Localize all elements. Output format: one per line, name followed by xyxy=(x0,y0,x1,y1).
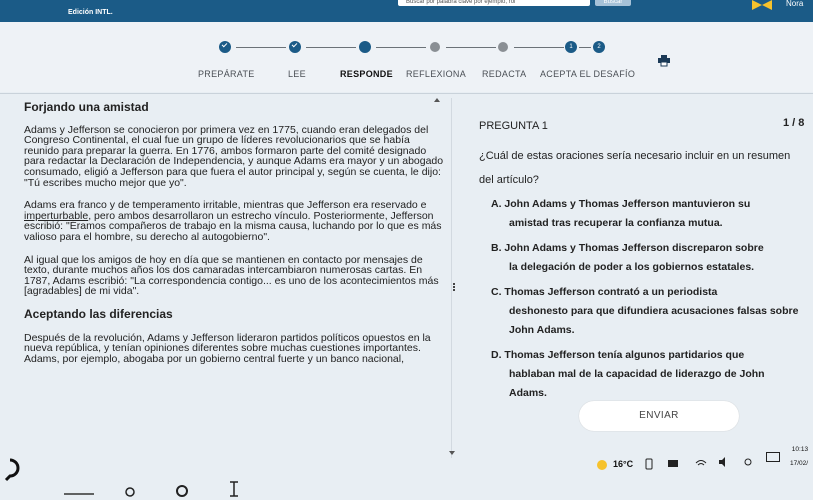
section-divider xyxy=(0,93,813,94)
passage-paragraph: Al igual que los amigos de hoy en día qu… xyxy=(24,253,439,298)
passage-subtitle: Aceptando las diferencias xyxy=(24,306,173,321)
choice-letter: D. xyxy=(491,349,502,361)
wifi-icon[interactable] xyxy=(695,457,707,469)
step-label-prepare[interactable]: PREPÁRATE xyxy=(198,69,255,79)
challenge-badge-1[interactable]: 1 xyxy=(565,41,577,53)
tablet-icon[interactable] xyxy=(644,458,654,470)
drag-handle-icon[interactable] xyxy=(453,283,455,291)
step-connector xyxy=(514,47,564,48)
scroll-down-icon[interactable] xyxy=(449,451,455,455)
search-icon[interactable] xyxy=(124,486,136,498)
choice-d[interactable]: D. Thomas Jefferson tenía algunos partid… xyxy=(491,346,801,403)
step-label-challenge[interactable]: ACEPTA EL DESAFÍO xyxy=(540,69,635,79)
scroll-up-icon[interactable] xyxy=(434,98,440,102)
step-node-prepare[interactable] xyxy=(219,41,231,53)
step-label-write[interactable]: REDACTA xyxy=(482,69,526,79)
passage-paragraph: Adams y Jefferson se conocieron por prim… xyxy=(24,123,444,189)
choice-b[interactable]: B. John Adams y Thomas Jefferson discrep… xyxy=(491,239,801,277)
progress-stepper: 1 2 PREPÁRATE LEE RESPONDE REFLEXIONA RE… xyxy=(0,22,813,92)
choice-letter: A. xyxy=(491,198,502,210)
user-name[interactable]: Nora xyxy=(786,0,803,8)
check-icon xyxy=(221,41,228,48)
choice-text: Thomas Jefferson contrató a un periodist… xyxy=(504,286,718,298)
step-node-read[interactable] xyxy=(289,41,301,53)
search-input[interactable]: Buscar por palabra clave por ejemplo, ro… xyxy=(398,0,590,6)
challenge-badge-2[interactable]: 2 xyxy=(593,41,605,53)
step-label-respond[interactable]: RESPONDE xyxy=(340,69,393,79)
system-clock[interactable]: 10:13 17/02/ xyxy=(790,446,808,468)
home-circle-icon[interactable] xyxy=(175,484,189,498)
edition-label: Edición INTL. xyxy=(68,9,113,16)
clock-time: 10:13 xyxy=(791,446,809,453)
passage-title: Forjando una amistad xyxy=(24,102,149,114)
choice-letter: C. xyxy=(491,286,502,298)
choice-text: hablaban mal de la capacidad de liderazg… xyxy=(509,368,765,399)
question-label: PREGUNTA 1 xyxy=(479,120,548,132)
choice-text: John Adams y Thomas Jefferson mantuviero… xyxy=(504,198,751,210)
chat-icon[interactable] xyxy=(667,458,679,470)
choice-text: John Adams y Thomas Jefferson discreparo… xyxy=(504,242,764,254)
weather-icon xyxy=(597,460,607,470)
passage-paragraph: Adams era franco y de temperamento irrit… xyxy=(24,200,446,242)
step-label-reflect[interactable]: REFLEXIONA xyxy=(406,69,466,79)
keyboard-icon[interactable] xyxy=(766,452,780,462)
question-text: ¿Cuál de estas oraciones sería necesario… xyxy=(479,150,791,186)
pane-splitter[interactable] xyxy=(451,98,452,458)
step-connector xyxy=(376,47,426,48)
step-label-read[interactable]: LEE xyxy=(288,69,306,79)
choice-text: amistad tras recuperar la confianza mutu… xyxy=(509,217,723,229)
step-connector xyxy=(446,47,496,48)
clock-date: 17/02/ xyxy=(790,460,809,467)
step-node-reflect[interactable] xyxy=(430,42,440,52)
choice-text: Thomas Jefferson tenía algunos partidari… xyxy=(504,349,745,361)
settings-icon[interactable] xyxy=(742,456,754,468)
step-connector xyxy=(236,47,286,48)
check-icon xyxy=(291,41,298,48)
weather-temp[interactable]: 16°C xyxy=(613,459,633,469)
step-connector xyxy=(579,47,591,48)
volume-icon[interactable] xyxy=(718,456,730,468)
choice-text: la delegación de poder a los gobiernos e… xyxy=(509,261,755,273)
choice-text: deshonesto para que difundiera acusacion… xyxy=(509,305,799,336)
flag-logo-icon xyxy=(752,0,772,10)
passage-paragraph: Después de la revolución, Adams y Jeffer… xyxy=(24,331,431,365)
choice-c[interactable]: C. Thomas Jefferson contrató a un period… xyxy=(491,283,801,340)
question-counter: 1 / 8 xyxy=(783,117,805,129)
taskbar-left xyxy=(4,458,20,482)
choice-letter: B. xyxy=(491,242,502,254)
step-node-write[interactable] xyxy=(498,42,508,52)
search-button[interactable]: Buscar xyxy=(595,0,631,6)
back-arrow-icon[interactable] xyxy=(62,482,96,496)
answer-choices: A. John Adams y Thomas Jefferson mantuvi… xyxy=(491,195,801,409)
submit-button[interactable]: ENVIAR xyxy=(579,401,739,431)
keyboard-cursor-icon[interactable] xyxy=(228,481,240,497)
reading-passage: Forjando una amistad Adams y Jefferson s… xyxy=(24,102,446,474)
choice-a[interactable]: A. John Adams y Thomas Jefferson mantuvi… xyxy=(491,195,801,233)
help-icon[interactable] xyxy=(4,458,20,482)
step-connector xyxy=(306,47,356,48)
step-node-respond[interactable] xyxy=(359,41,371,53)
printer-icon[interactable] xyxy=(658,55,670,67)
